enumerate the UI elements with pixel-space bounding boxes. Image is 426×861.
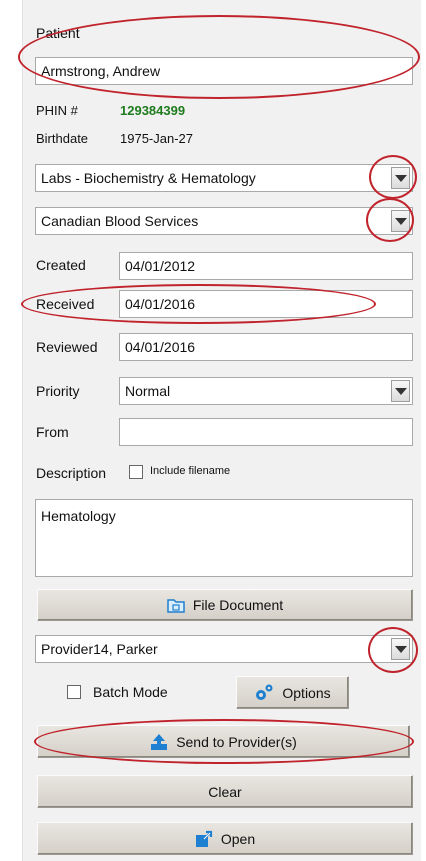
- send-to-providers-button[interactable]: Send to Provider(s): [37, 725, 410, 758]
- description-label: Description: [36, 465, 107, 481]
- batch-mode-label: Batch Mode: [93, 684, 168, 700]
- clear-button[interactable]: Clear: [37, 775, 413, 808]
- source-value: Canadian Blood Services: [41, 213, 199, 229]
- from-field[interactable]: [119, 418, 413, 446]
- received-label: Received: [36, 296, 95, 312]
- reviewed-date-field[interactable]: 04/01/2016: [119, 333, 413, 361]
- patient-label: Patient: [36, 25, 80, 41]
- document-type-dropdown-button[interactable]: [391, 167, 410, 189]
- chevron-down-icon: [394, 174, 407, 182]
- source-dropdown-button[interactable]: [391, 210, 410, 232]
- description-textarea[interactable]: Hematology: [35, 499, 413, 577]
- open-button[interactable]: Open: [37, 822, 413, 855]
- chevron-down-icon: [394, 387, 407, 395]
- upload-icon: [151, 733, 168, 750]
- chevron-down-icon: [394, 217, 407, 225]
- from-label: From: [36, 424, 69, 440]
- phin-label: PHIN #: [36, 103, 78, 118]
- gears-icon: [256, 684, 273, 700]
- open-label: Open: [220, 830, 256, 847]
- created-label: Created: [36, 257, 86, 273]
- priority-dropdown-button[interactable]: [391, 380, 410, 402]
- chevron-down-icon: [394, 645, 407, 653]
- birthdate-label: Birthdate: [36, 131, 89, 146]
- phin-value: 129384399: [120, 103, 186, 118]
- clear-label: Clear: [208, 783, 242, 800]
- batch-mode-checkbox[interactable]: [67, 685, 81, 699]
- reviewed-label: Reviewed: [36, 339, 98, 355]
- include-filename-label: Include filename: [150, 465, 231, 477]
- document-type-value: Labs - Biochemistry & Hematology: [41, 170, 256, 186]
- open-external-icon: [195, 830, 212, 847]
- document-type-select[interactable]: Labs - Biochemistry & Hematology: [35, 164, 413, 192]
- file-document-label: File Document: [192, 597, 284, 613]
- file-document-button[interactable]: File Document: [37, 589, 413, 621]
- source-select[interactable]: Canadian Blood Services: [35, 207, 413, 235]
- priority-value: Normal: [125, 383, 171, 399]
- birthdate-value: 1975-Jan-27: [120, 131, 193, 146]
- send-to-providers-label: Send to Provider(s): [176, 733, 297, 750]
- patient-name-field[interactable]: Armstrong, Andrew: [35, 57, 413, 85]
- folder-icon: [167, 599, 185, 613]
- options-label: Options: [282, 684, 331, 701]
- include-filename-checkbox[interactable]: [129, 465, 143, 479]
- priority-label: Priority: [36, 383, 80, 399]
- provider-dropdown-button[interactable]: [391, 638, 410, 660]
- provider-value: Provider14, Parker: [41, 641, 158, 657]
- received-date-field[interactable]: 04/01/2016: [119, 290, 413, 318]
- priority-select[interactable]: Normal: [119, 377, 413, 405]
- provider-select[interactable]: Provider14, Parker: [35, 635, 413, 663]
- options-button[interactable]: Options: [236, 676, 349, 709]
- created-date-field[interactable]: 04/01/2012: [119, 252, 413, 280]
